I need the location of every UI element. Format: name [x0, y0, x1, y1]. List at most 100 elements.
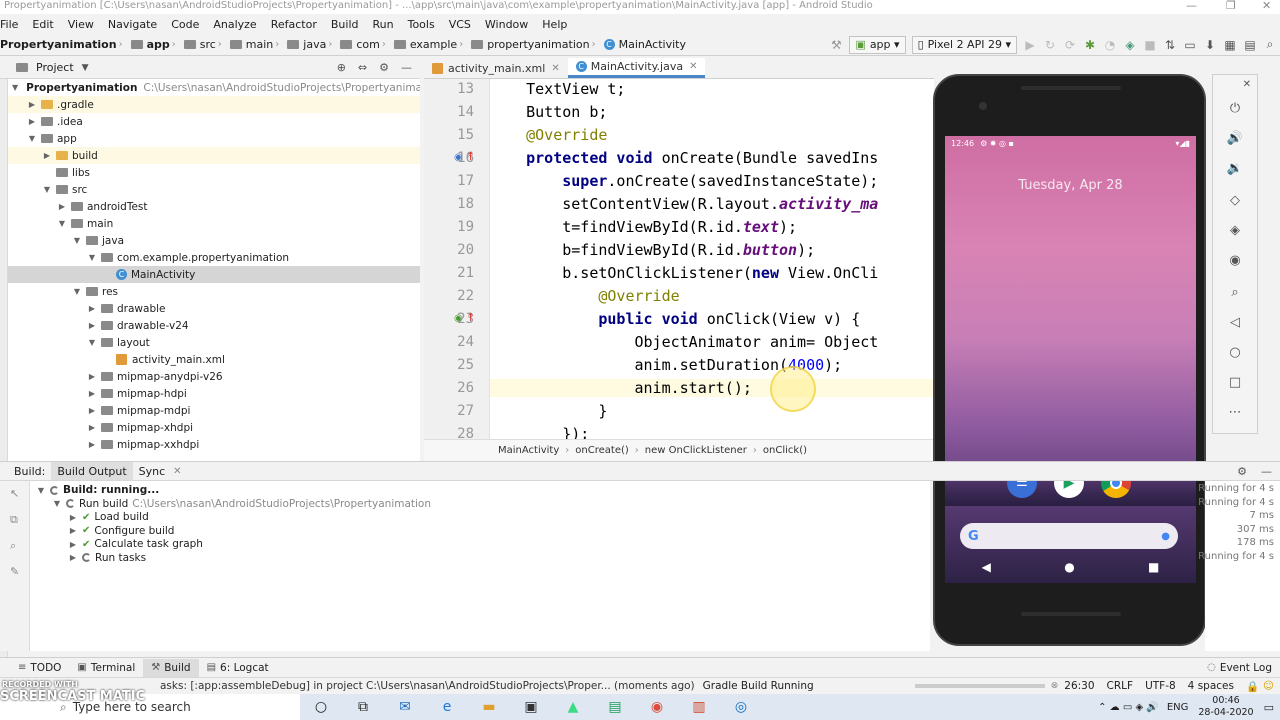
close-icon[interactable]: ✕ [1262, 0, 1271, 12]
cortana-icon[interactable]: ○ [300, 694, 342, 720]
collapse-icon[interactable]: ⇔ [358, 61, 367, 74]
caret-position[interactable]: 26:30 [1064, 680, 1094, 692]
minimize-icon[interactable]: — [1186, 0, 1197, 12]
expanded-arrow-icon[interactable]: ▼ [27, 134, 37, 143]
indent-setting[interactable]: 4 spaces [1188, 680, 1234, 692]
breadcrumb-item[interactable]: app › [130, 38, 184, 51]
gear-icon[interactable]: ⚙ [379, 61, 389, 74]
locate-icon[interactable]: ⊕ [337, 61, 346, 74]
pin-icon[interactable]: ✎ [10, 565, 19, 578]
tool-tab-6-logcat[interactable]: ▤ 6: Logcat [199, 659, 277, 677]
expanded-arrow-icon[interactable]: ▼ [87, 253, 97, 262]
project-tree-item[interactable]: ▼ com.example.propertyanimation [8, 249, 420, 266]
close-tab-icon[interactable]: ✕ [173, 466, 181, 477]
tool-tab-terminal[interactable]: ▣ Terminal [69, 659, 143, 677]
back-nav-icon[interactable]: ◀ [982, 560, 991, 574]
cancel-progress-icon[interactable]: ⊗ [1051, 681, 1059, 691]
collapsed-arrow-icon[interactable]: ▶ [68, 526, 78, 535]
menu-refactor[interactable]: Refactor [264, 18, 324, 31]
tab-build-output[interactable]: Build Output [51, 462, 133, 480]
project-tree-item[interactable]: libs [8, 164, 420, 181]
store-icon[interactable]: ▣ [510, 694, 552, 720]
volume-up-icon[interactable]: 🔊 [1213, 131, 1257, 146]
project-tree-item[interactable]: ▼ main [8, 215, 420, 232]
assistant-icon[interactable]: ● [1161, 531, 1170, 542]
close-tab-icon[interactable]: ✕ [551, 63, 559, 74]
project-tree-item[interactable]: ▼ layout [8, 334, 420, 351]
device-select[interactable]: ▯ Pixel 2 API 29 ▾ [911, 35, 1017, 54]
layout-inspector-icon[interactable]: ▦ [1221, 36, 1239, 54]
breadcrumb-item[interactable]: example › [393, 38, 471, 51]
project-tree-item[interactable]: activity_main.xml [8, 351, 420, 368]
breadcrumb-item[interactable]: main › [229, 38, 287, 51]
more-icon[interactable]: ⋯ [1213, 405, 1257, 420]
tool-tab-build[interactable]: ⚒ Build [143, 658, 199, 677]
collapsed-arrow-icon[interactable]: ▶ [87, 440, 97, 449]
editor-tab[interactable]: C MainActivity.java ✕ [567, 58, 706, 78]
debug-icon[interactable]: ✱ [1081, 36, 1099, 54]
expanded-arrow-icon[interactable]: ▼ [12, 83, 18, 92]
editor-tab[interactable]: activity_main.xml ✕ [424, 58, 568, 78]
menu-analyze[interactable]: Analyze [206, 18, 263, 31]
menu-help[interactable]: Help [535, 18, 574, 31]
file-explorer-icon[interactable]: ▬ [468, 694, 510, 720]
menu-run[interactable]: Run [366, 18, 401, 31]
avd-manager-icon[interactable]: ▭ [1181, 36, 1199, 54]
emulator-close-icon[interactable]: ✕ [1213, 79, 1257, 90]
screencast-icon[interactable]: ◎ [720, 694, 762, 720]
menu-code[interactable]: Code [164, 18, 206, 31]
build-step[interactable]: ▶ ✔ Load build [68, 511, 149, 523]
zoom-icon[interactable]: ⌕ [1213, 285, 1257, 300]
restore-icon[interactable]: ↖ [10, 487, 19, 500]
implements-marker-icon[interactable]: ◉ [454, 313, 463, 324]
code-line[interactable]: public void onClick(View v) { [490, 310, 860, 328]
project-tree-item[interactable]: ▶ .gradle [8, 96, 420, 113]
build-step[interactable]: ▶ ✔ Calculate task graph [68, 538, 203, 550]
menu-vcs[interactable]: VCS [442, 18, 478, 31]
project-tree-item[interactable]: ▼ java [8, 232, 420, 249]
collapsed-arrow-icon[interactable]: ▶ [87, 406, 97, 415]
expanded-arrow-icon[interactable]: ▼ [57, 219, 67, 228]
project-tree-item[interactable]: ▶ mipmap-xhdpi [8, 419, 420, 436]
breadcrumb-item[interactable]: com › [340, 38, 394, 51]
chrome-taskbar-icon[interactable]: ◉ [636, 694, 678, 720]
project-tree-item[interactable]: ▶ mipmap-xxhdpi [8, 436, 420, 453]
editor-breadcrumb-item[interactable]: onCreate() [575, 445, 629, 456]
mail-icon[interactable]: ✉ [384, 694, 426, 720]
hide-panel-icon[interactable]: — [401, 61, 412, 74]
collapsed-arrow-icon[interactable]: ▶ [68, 540, 78, 549]
project-tree-item[interactable]: ▼ app [8, 130, 420, 147]
build-hide-icon[interactable]: — [1261, 465, 1272, 478]
project-tree-item[interactable]: ▼ Propertyanimation C:\Users\nasan\Android… [8, 79, 420, 96]
code-line[interactable]: Button b; [490, 103, 607, 121]
collapsed-arrow-icon[interactable]: ▶ [68, 553, 78, 562]
menu-file[interactable]: File [0, 18, 25, 31]
rerun-icon[interactable]: ↻ [1041, 36, 1059, 54]
breadcrumb-item[interactable]: C MainActivity [603, 38, 690, 51]
editor-breadcrumb-item[interactable]: onClick() [763, 445, 807, 456]
file-encoding[interactable]: UTF-8 [1145, 680, 1176, 692]
project-tree-item[interactable]: ▶ mipmap-anydpi-v26 [8, 368, 420, 385]
maximize-icon[interactable]: ❐ [1226, 0, 1236, 12]
breadcrumb-item[interactable]: src › [183, 38, 230, 51]
build-settings-gear-icon[interactable]: ⚙ [1237, 465, 1247, 478]
volume-down-icon[interactable]: 🔉 [1213, 161, 1257, 176]
build-step[interactable]: ▼ Build: running... [36, 484, 159, 496]
collapsed-arrow-icon[interactable]: ▶ [87, 321, 97, 330]
power-icon[interactable]: ⏻ [1213, 101, 1257, 116]
hammer-icon[interactable]: ⚒ [827, 36, 845, 54]
collapsed-arrow-icon[interactable]: ▶ [27, 100, 37, 109]
expanded-arrow-icon[interactable]: ▼ [42, 185, 52, 194]
project-tree-item[interactable]: ▶ drawable [8, 300, 420, 317]
code-editor[interactable]: TextView t; Button b; @Override protecte… [490, 79, 934, 439]
code-line[interactable]: @Override [490, 126, 607, 144]
code-line[interactable]: }); [490, 425, 589, 439]
excel-icon[interactable]: ▤ [594, 694, 636, 720]
go-to-super-icon[interactable]: ↑ [466, 150, 475, 163]
emulator-screen[interactable]: 12:46 ⚙ ✹ ◎ ▪ ▾◢▮ Tuesday, Apr 28 ☰ ▶ G … [945, 136, 1196, 583]
menu-build[interactable]: Build [324, 18, 366, 31]
breadcrumb-item[interactable]: propertyanimation › [471, 38, 603, 51]
task-view-icon[interactable]: ⧉ [342, 694, 384, 720]
back-icon[interactable]: ◁ [1213, 315, 1257, 330]
collapsed-arrow-icon[interactable]: ▶ [27, 117, 37, 126]
